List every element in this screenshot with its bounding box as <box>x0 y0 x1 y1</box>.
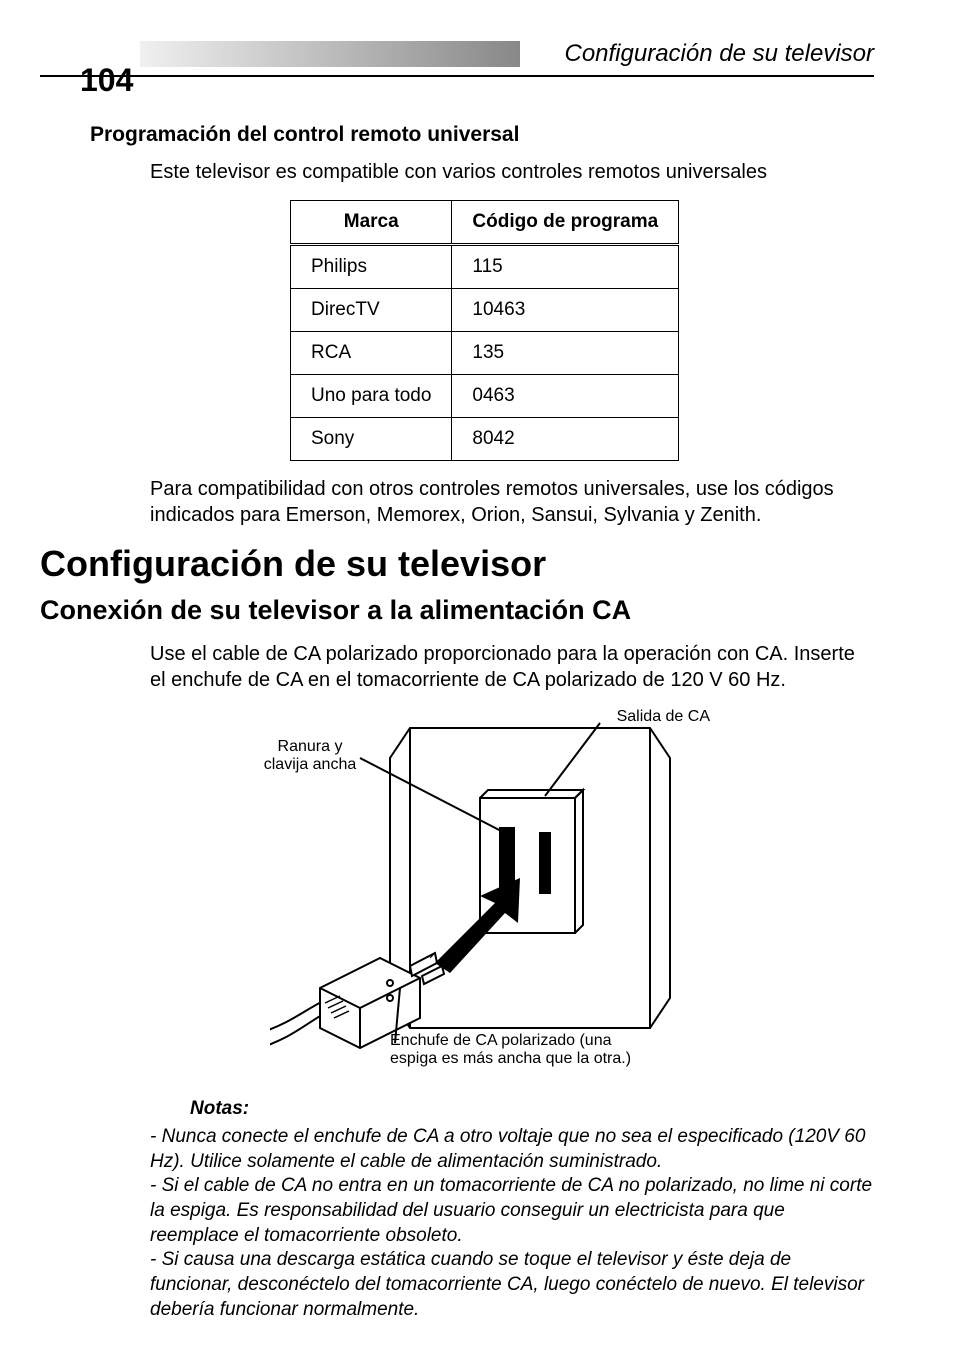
remote-codes-table: Marca Código de programa Philips 115 Dir… <box>290 200 679 461</box>
code-cell: 8042 <box>452 418 679 461</box>
ac-connection-diagram: Salida de CA Ranura y clavija ancha Ench… <box>270 708 730 1078</box>
code-cell: 115 <box>452 245 679 289</box>
main-heading: Configuración de su televisor <box>40 543 874 585</box>
table-row: RCA 135 <box>291 332 679 375</box>
header-gradient <box>140 41 520 67</box>
table-header-brand: Marca <box>291 201 452 245</box>
code-cell: 10463 <box>452 289 679 332</box>
table-header-code: Código de programa <box>452 201 679 245</box>
note-item: - Si el cable de CA no entra en un tomac… <box>150 1174 874 1248</box>
brand-cell: Uno para todo <box>291 375 452 418</box>
note-item: - Si causa una descarga estática cuando … <box>150 1248 874 1322</box>
code-cell: 0463 <box>452 375 679 418</box>
brand-cell: Philips <box>291 245 452 289</box>
sub-heading: Conexión de su televisor a la alimentaci… <box>40 595 874 626</box>
table-row: Philips 115 <box>291 245 679 289</box>
brand-cell: DirecTV <box>291 289 452 332</box>
compatibility-text: Para compatibilidad con otros controles … <box>150 476 874 528</box>
connection-text: Use el cable de CA polarizado proporcion… <box>150 641 874 693</box>
header-title: Configuración de su televisor <box>520 40 874 68</box>
header-underline <box>40 75 874 77</box>
remote-program-heading: Programación del control remoto universa… <box>90 123 874 147</box>
page-number: 104 <box>80 62 133 99</box>
table-row: Sony 8042 <box>291 418 679 461</box>
table-row: Uno para todo 0463 <box>291 375 679 418</box>
plug-outlet-icon <box>270 708 730 1078</box>
page-content: Programación del control remoto universa… <box>90 123 874 1323</box>
remote-intro-text: Este televisor es compatible con varios … <box>150 159 874 185</box>
code-cell: 135 <box>452 332 679 375</box>
page-header: 104 Configuración de su televisor <box>40 40 874 68</box>
brand-cell: RCA <box>291 332 452 375</box>
table-row: DirecTV 10463 <box>291 289 679 332</box>
brand-cell: Sony <box>291 418 452 461</box>
note-item: - Nunca conecte el enchufe de CA a otro … <box>150 1125 874 1174</box>
notes-heading: Notas: <box>190 1098 874 1120</box>
